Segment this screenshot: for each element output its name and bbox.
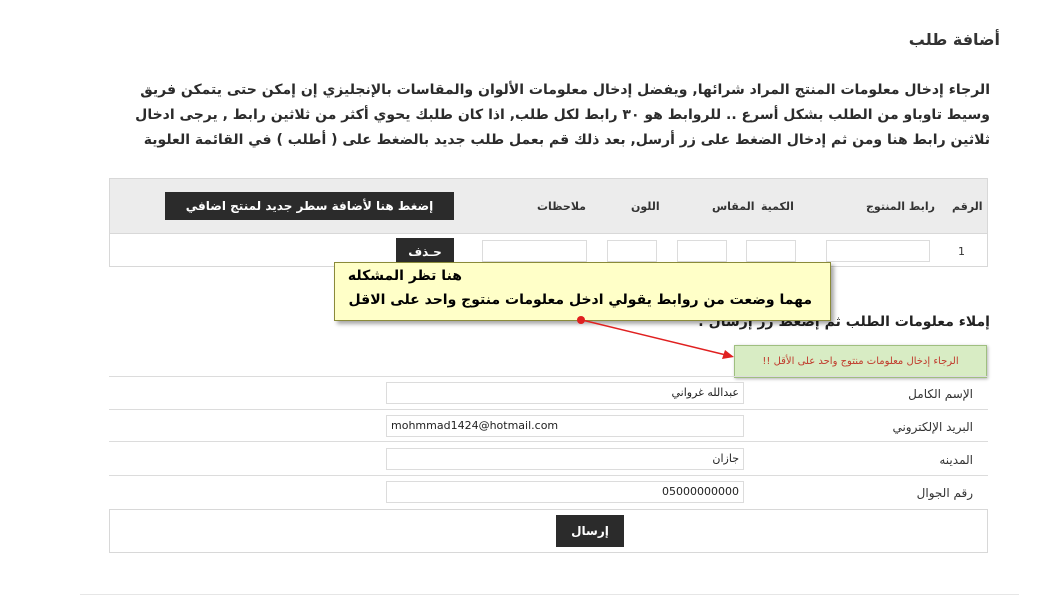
error-message: الرجاء إدخال معلومات منتوج واحد على الأق… [734,345,987,378]
form-divider [109,409,988,410]
email-input[interactable]: mohmmad1424@hotmail.com [386,415,744,437]
form-divider [109,376,988,377]
footer-divider [80,594,1019,595]
form-divider [109,441,988,442]
email-label: البريد الإلكتروني [892,420,973,434]
mobile-input[interactable]: 05000000000 [386,481,744,503]
submit-row: إرسال [109,509,988,553]
city-label: المدينه [939,453,973,467]
fullname-label: الإسم الكامل [908,387,973,401]
fullname-input[interactable]: عبدالله غرواني [386,382,744,404]
form-divider [109,475,988,476]
submit-button[interactable]: إرسال [556,515,624,547]
city-input[interactable]: جازان [386,448,744,470]
mobile-label: رقم الجوال [916,486,973,500]
